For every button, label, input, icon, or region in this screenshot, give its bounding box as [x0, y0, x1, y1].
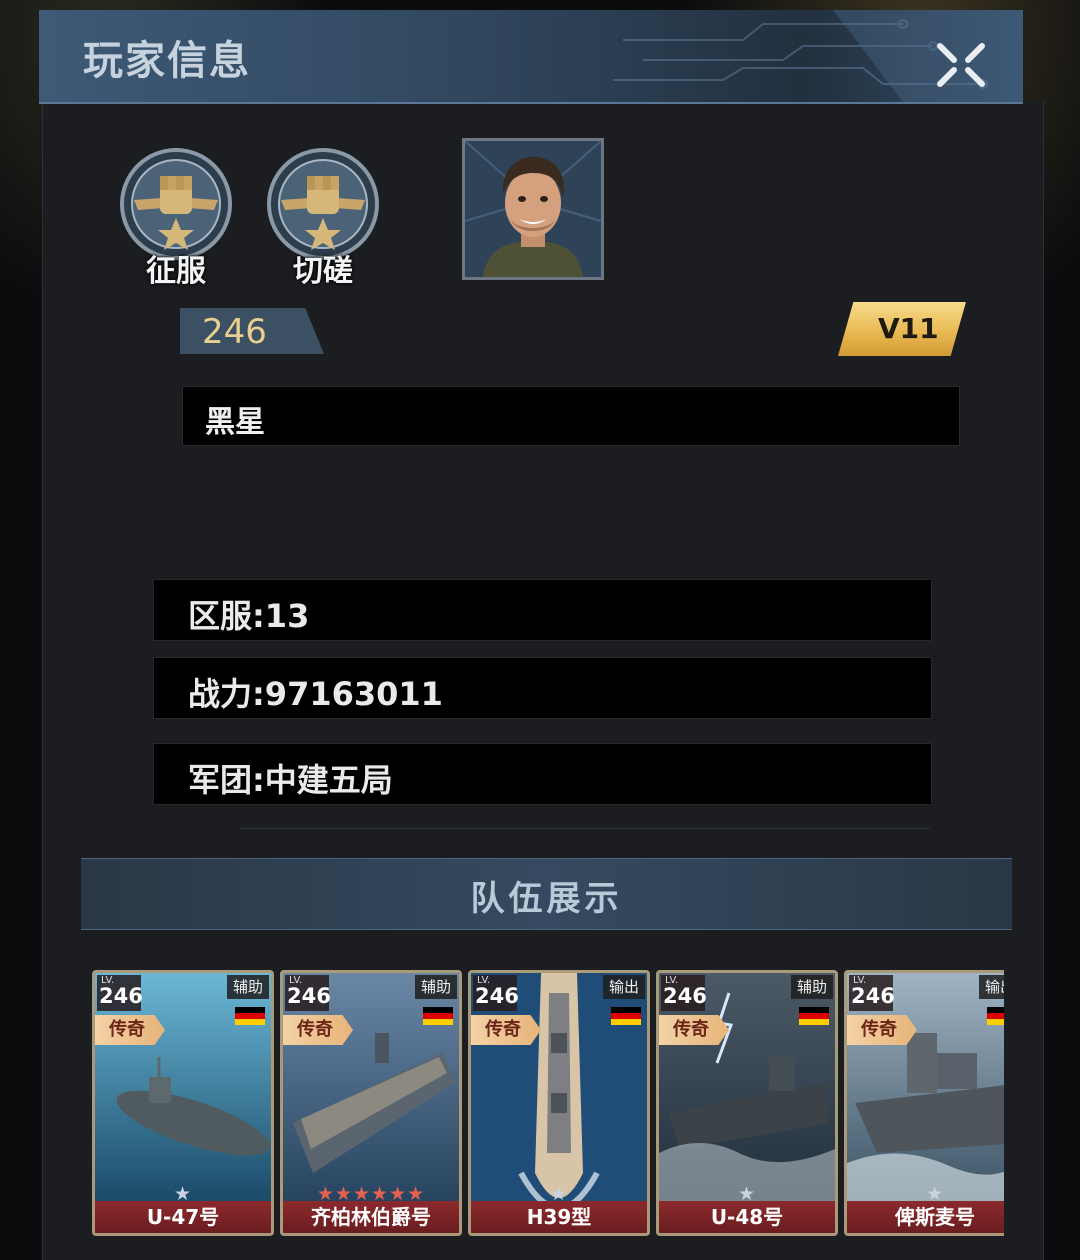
ship-level: 246: [475, 984, 519, 1008]
section-divider: [240, 828, 930, 829]
level-badge: LV. 246: [285, 975, 331, 1011]
player-name-field: 黑星: [182, 386, 960, 446]
ship-card[interactable]: LV. 246 输出 传奇 ★ 俾斯麦号: [844, 970, 1004, 1236]
player-level-badge: 246: [180, 308, 324, 354]
conquer-button[interactable]: 征服: [118, 148, 234, 289]
rarity-tag: 传奇: [471, 1015, 541, 1045]
close-x-icon: [937, 43, 985, 87]
germany-flag-icon: [799, 1007, 829, 1025]
avatar[interactable]: [462, 138, 604, 280]
vip-badge: V11: [838, 302, 966, 356]
player-level: 246: [202, 312, 267, 352]
ship-level: 246: [663, 984, 707, 1008]
ship-name: H39型: [471, 1201, 647, 1233]
level-badge: LV. 246: [661, 975, 707, 1011]
rarity-tag: 传奇: [847, 1015, 917, 1045]
level-badge: LV. 246: [97, 975, 143, 1011]
ship-name: 齐柏林伯爵号: [283, 1201, 459, 1233]
role-tag: 输出: [979, 975, 1004, 999]
panel-header: 玩家信息: [39, 10, 1023, 104]
spar-button[interactable]: 切磋: [265, 148, 381, 289]
ship-card[interactable]: LV. 246 辅助 传奇 ★★★★★★ 齐柏林伯爵号: [280, 970, 462, 1236]
role-tag: 输出: [603, 975, 645, 999]
player-name: 黑星: [205, 405, 265, 440]
server-text: 区服:13: [188, 597, 310, 635]
player-avatar-portrait: [465, 141, 601, 277]
level-badge: LV. 246: [473, 975, 519, 1011]
role-tag: 辅助: [791, 975, 833, 999]
ship-card[interactable]: LV. 246 辅助 传奇 ★ U-48号: [656, 970, 838, 1236]
role-tag: 辅助: [415, 975, 457, 999]
close-button[interactable]: [928, 34, 994, 96]
ship-level: 246: [287, 984, 331, 1008]
ship-name: U-48号: [659, 1201, 835, 1233]
spar-label: 切磋: [293, 254, 353, 289]
ship-card[interactable]: LV. 246 输出 传奇 ★ H39型: [468, 970, 650, 1236]
germany-flag-icon: [235, 1007, 265, 1025]
team-section-header: 队伍展示: [81, 858, 1012, 930]
ship-name: 俾斯麦号: [847, 1201, 1004, 1233]
ship-level: 246: [851, 984, 895, 1008]
ship-card[interactable]: LV. 246 辅助 传奇 ★ U-47号: [92, 970, 274, 1236]
fist-emblem-icon: [267, 148, 379, 260]
rarity-tag: 传奇: [283, 1015, 353, 1045]
ship-level: 246: [99, 984, 143, 1008]
fist-emblem-icon: [120, 148, 232, 260]
server-row: 区服:13: [153, 579, 932, 641]
power-row: 战力:97163011: [153, 657, 932, 719]
team-cards: LV. 246 辅助 传奇 ★ U-47号 LV. 246 辅助 传奇 ★★★★…: [92, 970, 1004, 1240]
legion-text: 军团:中建五局: [188, 761, 393, 799]
germany-flag-icon: [987, 1007, 1004, 1025]
vip-level: V11: [878, 312, 939, 345]
rarity-tag: 传奇: [659, 1015, 729, 1045]
level-badge: LV. 246: [849, 975, 895, 1011]
ship-name: U-47号: [95, 1201, 271, 1233]
legion-row: 军团:中建五局: [153, 743, 932, 805]
conquer-label: 征服: [146, 254, 206, 289]
germany-flag-icon: [611, 1007, 641, 1025]
role-tag: 辅助: [227, 975, 269, 999]
power-text: 战力:97163011: [188, 675, 443, 713]
team-title: 队伍展示: [470, 879, 623, 919]
germany-flag-icon: [423, 1007, 453, 1025]
page-title: 玩家信息: [83, 38, 251, 84]
rarity-tag: 传奇: [95, 1015, 165, 1045]
